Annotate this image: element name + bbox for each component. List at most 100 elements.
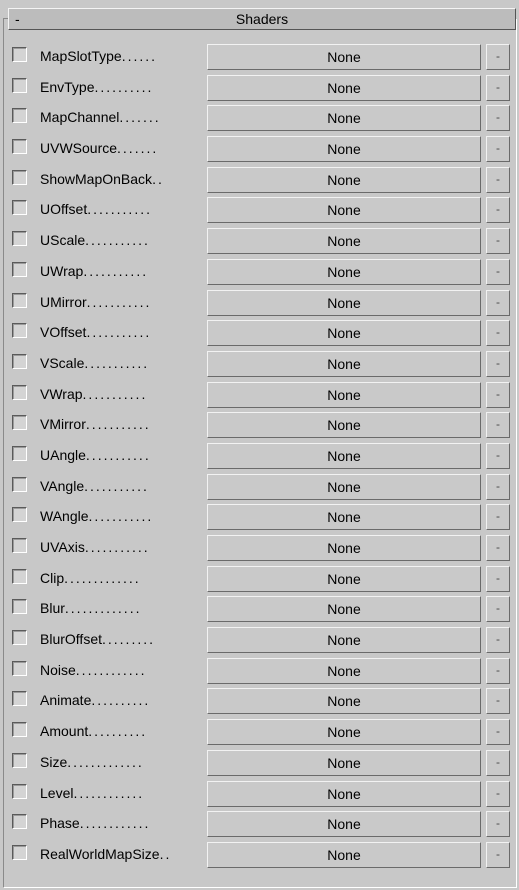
clear-map-button[interactable]: - bbox=[486, 719, 510, 746]
enable-checkbox[interactable] bbox=[12, 568, 27, 584]
parameter-name: MapSlotType bbox=[40, 48, 122, 64]
parameter-row: Animate.......... None - bbox=[0, 685, 519, 716]
map-assign-button[interactable]: None bbox=[207, 381, 481, 408]
enable-checkbox[interactable] bbox=[12, 200, 27, 216]
enable-checkbox[interactable] bbox=[12, 752, 27, 768]
map-assign-button[interactable]: None bbox=[207, 136, 481, 163]
map-assign-button[interactable]: None bbox=[207, 627, 481, 654]
enable-checkbox[interactable] bbox=[12, 231, 27, 247]
map-assign-button[interactable]: None bbox=[207, 535, 481, 561]
enable-checkbox[interactable] bbox=[12, 814, 27, 830]
clear-map-button[interactable]: - bbox=[486, 381, 510, 408]
map-assign-button[interactable]: None bbox=[207, 44, 481, 70]
enable-checkbox[interactable] bbox=[12, 47, 27, 62]
enable-checkbox[interactable] bbox=[12, 507, 27, 523]
map-assign-button[interactable]: None bbox=[207, 749, 481, 776]
clear-map-button[interactable]: - bbox=[486, 289, 510, 316]
clear-map-button[interactable]: - bbox=[486, 841, 510, 868]
map-assign-button[interactable]: None bbox=[207, 596, 481, 623]
enable-checkbox[interactable] bbox=[12, 844, 27, 860]
map-assign-button[interactable]: None bbox=[207, 320, 481, 347]
map-assign-button[interactable]: None bbox=[207, 841, 481, 868]
map-assign-button[interactable]: None bbox=[207, 504, 481, 531]
enable-checkbox[interactable] bbox=[12, 292, 27, 308]
rollout-header-shaders[interactable]: - Shaders bbox=[8, 8, 516, 30]
map-assign-button[interactable]: None bbox=[207, 74, 481, 101]
map-assign-button[interactable]: None bbox=[207, 289, 481, 316]
enable-checkbox[interactable] bbox=[12, 691, 27, 707]
map-assign-button[interactable]: None bbox=[207, 442, 481, 469]
enable-checkbox[interactable] bbox=[12, 722, 27, 738]
clear-map-button[interactable]: - bbox=[486, 596, 510, 623]
map-assign-button[interactable]: None bbox=[207, 197, 481, 224]
clear-map-button[interactable]: - bbox=[486, 105, 510, 132]
enable-checkbox[interactable] bbox=[12, 630, 27, 646]
parameter-row: UAngle........... None - bbox=[0, 440, 519, 471]
clear-map-button[interactable]: - bbox=[486, 197, 510, 224]
map-assign-button[interactable]: None bbox=[207, 473, 481, 500]
clear-map-button[interactable]: - bbox=[486, 811, 510, 838]
dot-leader: ....... bbox=[117, 140, 159, 157]
parameter-row: WAngle........... None - bbox=[0, 501, 519, 532]
clear-map-button[interactable]: - bbox=[486, 320, 510, 347]
parameter-label: Clip............. bbox=[40, 563, 206, 593]
clear-map-button[interactable]: - bbox=[486, 565, 510, 592]
map-assign-button[interactable]: None bbox=[207, 105, 481, 132]
enable-checkbox[interactable] bbox=[12, 415, 27, 431]
clear-map-button[interactable]: - bbox=[486, 657, 510, 684]
enable-checkbox[interactable] bbox=[12, 353, 27, 369]
parameter-name: VOffset bbox=[40, 324, 87, 341]
clear-map-button[interactable]: - bbox=[486, 627, 510, 654]
map-assign-button[interactable]: None bbox=[207, 657, 481, 684]
clear-map-button[interactable]: - bbox=[486, 412, 510, 439]
enable-checkbox[interactable] bbox=[12, 261, 27, 277]
parameter-name: Noise bbox=[40, 661, 76, 678]
map-assign-button[interactable]: None bbox=[207, 719, 481, 746]
enable-checkbox[interactable] bbox=[12, 660, 27, 676]
map-assign-button[interactable]: None bbox=[207, 350, 481, 377]
map-assign-button[interactable]: None bbox=[207, 811, 481, 838]
map-assign-button[interactable]: None bbox=[207, 258, 481, 285]
map-assign-button[interactable]: None bbox=[207, 565, 481, 592]
clear-map-button[interactable]: - bbox=[486, 258, 510, 285]
enable-checkbox[interactable] bbox=[12, 384, 27, 400]
map-assign-button[interactable]: None bbox=[207, 166, 481, 193]
clear-map-button[interactable]: - bbox=[486, 442, 510, 469]
map-assign-button[interactable]: None bbox=[207, 688, 481, 715]
enable-checkbox[interactable] bbox=[12, 169, 27, 185]
clear-map-button[interactable]: - bbox=[486, 535, 510, 561]
parameter-label: Amount.......... bbox=[40, 716, 206, 746]
dot-leader: ........... bbox=[83, 262, 149, 279]
map-assign-button[interactable]: None bbox=[207, 780, 481, 807]
dot-leader: ............. bbox=[64, 600, 142, 617]
enable-checkbox[interactable] bbox=[12, 77, 27, 93]
clear-map-button[interactable]: - bbox=[486, 74, 510, 101]
clear-map-button[interactable]: - bbox=[486, 780, 510, 807]
enable-checkbox[interactable] bbox=[12, 323, 27, 339]
enable-checkbox[interactable] bbox=[12, 538, 27, 553]
clear-map-button[interactable]: - bbox=[486, 473, 510, 500]
clear-map-button[interactable]: - bbox=[486, 228, 510, 255]
enable-checkbox[interactable] bbox=[12, 783, 27, 799]
enable-checkbox[interactable] bbox=[12, 476, 27, 492]
enable-checkbox[interactable] bbox=[12, 139, 27, 155]
clear-map-button[interactable]: - bbox=[486, 44, 510, 70]
parameter-name: VScale bbox=[40, 354, 85, 371]
map-assign-button[interactable]: None bbox=[207, 412, 481, 439]
enable-checkbox[interactable] bbox=[12, 599, 27, 615]
clear-map-button[interactable]: - bbox=[486, 136, 510, 163]
parameter-name: BlurOffset bbox=[40, 631, 102, 648]
parameter-name: VMirror bbox=[40, 416, 86, 433]
map-assign-button[interactable]: None bbox=[207, 228, 481, 255]
parameter-row: Noise............ None - bbox=[0, 655, 519, 686]
parameter-row: UVWSource....... None - bbox=[0, 133, 519, 164]
clear-map-button[interactable]: - bbox=[486, 166, 510, 193]
clear-map-button[interactable]: - bbox=[486, 504, 510, 531]
clear-map-button[interactable]: - bbox=[486, 350, 510, 377]
enable-checkbox[interactable] bbox=[12, 108, 27, 124]
dot-leader: .......... bbox=[94, 78, 154, 95]
parameter-name: UWrap bbox=[40, 262, 84, 279]
clear-map-button[interactable]: - bbox=[486, 749, 510, 776]
enable-checkbox[interactable] bbox=[12, 445, 27, 461]
clear-map-button[interactable]: - bbox=[486, 688, 510, 715]
